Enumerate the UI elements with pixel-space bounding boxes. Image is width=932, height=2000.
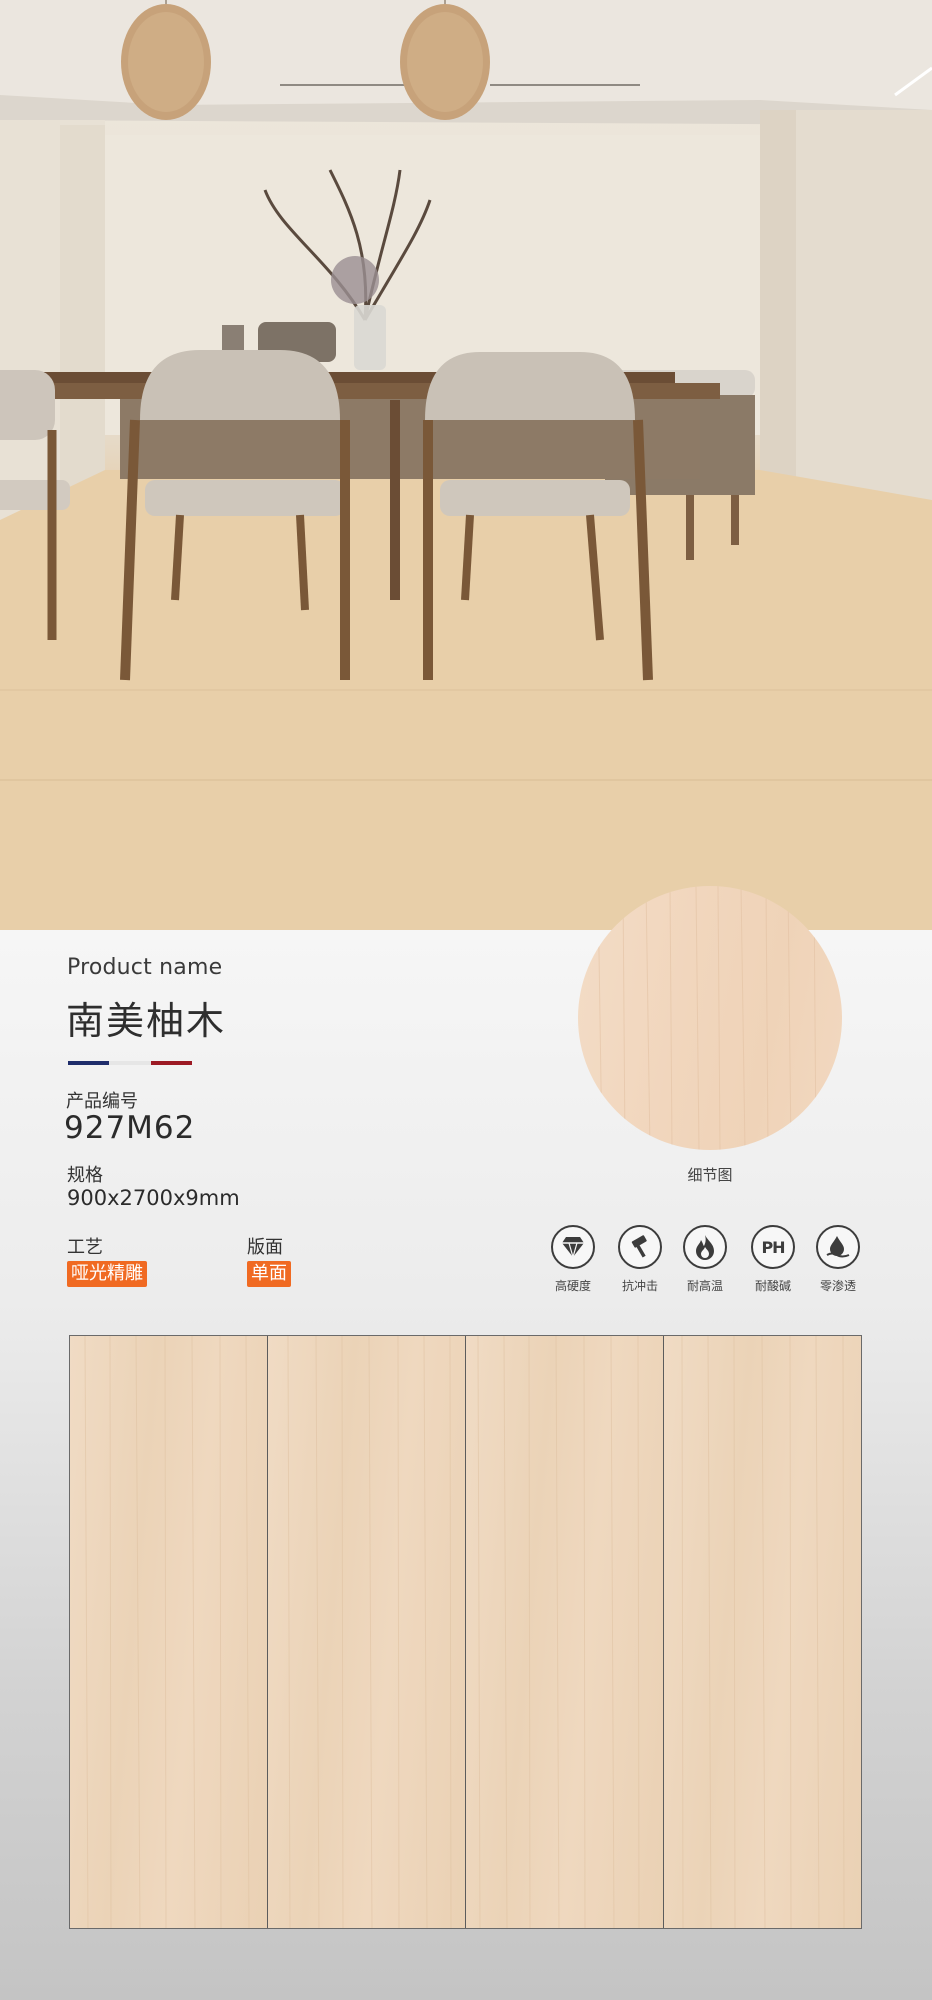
hero-room-image	[0, 0, 932, 930]
product-name: 南美柚木	[66, 999, 227, 1043]
feature-heat: 耐高温	[672, 1225, 738, 1294]
ph-icon: PH	[751, 1225, 795, 1269]
tile-panel	[664, 1336, 861, 1928]
detail-caption: 细节图	[687, 1166, 733, 1184]
feature-label: 耐酸碱	[754, 1279, 791, 1293]
flame-icon	[683, 1225, 727, 1269]
tile-panel	[466, 1336, 664, 1928]
feature-label: 零渗透	[819, 1279, 856, 1293]
feature-zero-permeability: 零渗透	[805, 1225, 871, 1294]
feature-hardness: 高硬度	[540, 1225, 606, 1294]
tile-panel	[70, 1336, 268, 1928]
feature-label: 耐高温	[686, 1279, 723, 1293]
feature-label: 高硬度	[554, 1279, 591, 1293]
craft-label: 工艺	[67, 1237, 103, 1258]
product-name-label: Product name	[67, 955, 223, 980]
tile-layout-preview	[69, 1335, 862, 1929]
water-drop-icon	[816, 1225, 860, 1269]
spec-value: 900x2700x9mm	[67, 1186, 240, 1210]
wood-detail-image	[578, 886, 842, 1150]
product-code: 927M62	[64, 1110, 196, 1146]
spec-label: 规格	[67, 1165, 103, 1186]
flag-divider	[68, 1061, 192, 1065]
diamond-icon	[551, 1225, 595, 1269]
face-label: 版面	[247, 1237, 283, 1258]
feature-label: 抗冲击	[621, 1279, 658, 1293]
face-tag: 单面	[247, 1261, 291, 1287]
tile-panel	[268, 1336, 466, 1928]
feature-impact: 抗冲击	[607, 1225, 673, 1294]
feature-acid-alkali: PH 耐酸碱	[740, 1225, 806, 1294]
hammer-icon	[618, 1225, 662, 1269]
craft-tag: 哑光精雕	[67, 1261, 147, 1287]
